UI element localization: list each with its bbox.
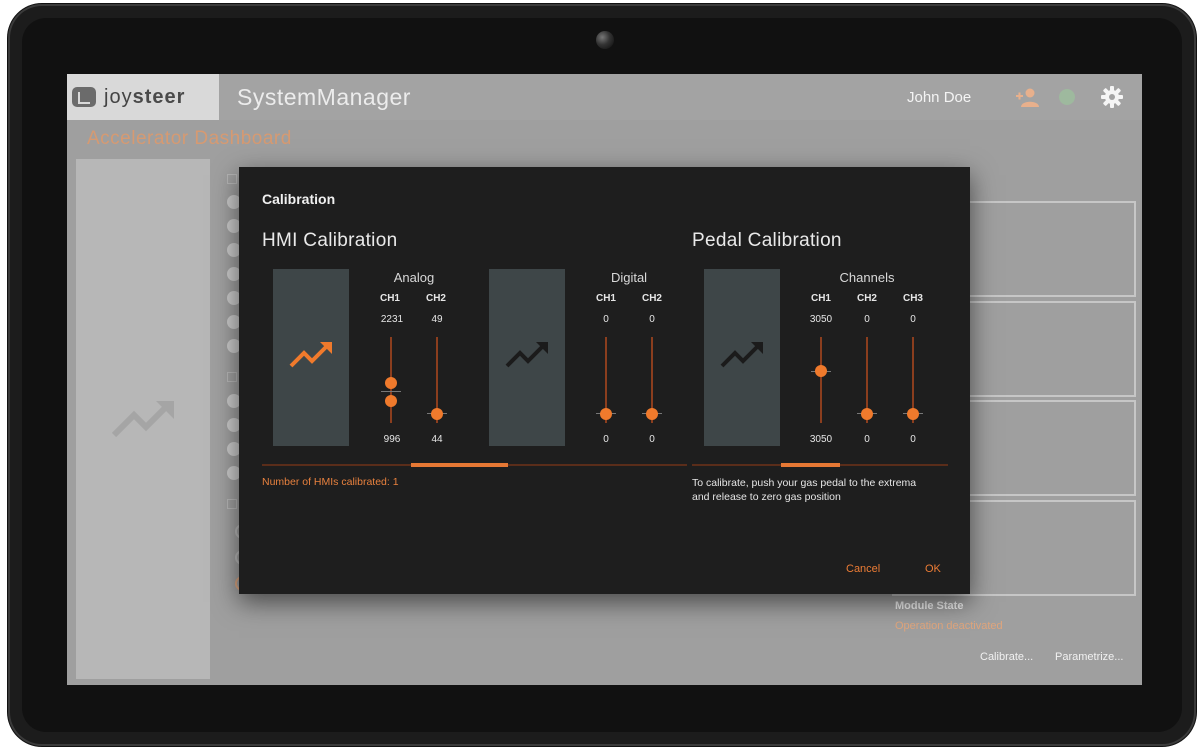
analog-ch1-max: 2231: [380, 314, 404, 325]
analog-ch2-label: CH2: [425, 293, 446, 304]
pedal-calibration-title: Pedal Calibration: [692, 230, 842, 251]
digital-title: Digital: [610, 270, 648, 285]
digital-ch2-max: 0: [649, 314, 655, 325]
hmi-calibrated-count: Number of HMIs calibrated: 1: [262, 476, 399, 488]
pedal-instructions-line2: and release to zero gas position: [692, 491, 841, 503]
hmi-progress-fill: [411, 463, 508, 467]
page-title: Accelerator Dashboard: [87, 128, 292, 149]
left-panel: [76, 159, 210, 679]
calibrate-button[interactable]: Calibrate...: [980, 651, 1033, 663]
digital-hmi-image: [489, 269, 565, 446]
camera-icon: [596, 31, 614, 49]
digital-ch2-label: CH2: [641, 293, 662, 304]
bg-checkbox: [227, 372, 237, 382]
pedal-ch1-min: 3050: [809, 434, 833, 445]
pedal-progress-fill: [781, 463, 840, 467]
pedal-ch3-max: 0: [910, 314, 916, 325]
calibration-dialog: Calibration HMI Calibration Pedal Calibr…: [239, 167, 970, 594]
logo: joysteer: [67, 74, 219, 120]
trending-up-icon: [112, 400, 174, 438]
user-add-icon[interactable]: [1015, 86, 1039, 108]
bg-checkbox: [227, 499, 237, 509]
analog-ch1-knob-min[interactable]: [385, 395, 397, 407]
pedal-ch1-label: CH1: [810, 293, 831, 304]
pedal-ch2-min: 0: [864, 434, 870, 445]
analog-ch1-min: 996: [383, 434, 401, 445]
analog-ch1-label: CH1: [379, 293, 400, 304]
digital-ch1-label: CH1: [595, 293, 616, 304]
top-bar: joysteer SystemManager John Doe: [67, 74, 1142, 120]
parametrize-button[interactable]: Parametrize...: [1055, 651, 1123, 663]
app-title: SystemManager: [237, 84, 411, 110]
pedal-ch2-max: 0: [864, 314, 870, 325]
pedal-image: [704, 269, 780, 446]
pedal-ch1-knob[interactable]: [815, 365, 827, 377]
digital-ch2-min: 0: [649, 434, 655, 445]
pedal-ch1-max: 3050: [809, 314, 833, 325]
channels-title: Channels: [839, 270, 895, 285]
digital-ch1-max: 0: [603, 314, 609, 325]
cancel-button[interactable]: Cancel: [846, 563, 880, 575]
dialog-title: Calibration: [262, 191, 336, 207]
analog-ch1-knob-max[interactable]: [385, 377, 397, 389]
trending-up-icon: [720, 342, 763, 368]
digital-ch1-min: 0: [603, 434, 609, 445]
pedal-ch1-track[interactable]: [820, 337, 822, 423]
module-state-value: Operation deactivated: [895, 620, 1003, 632]
digital-ch2-knob[interactable]: [646, 408, 658, 420]
logo-mark-icon: [72, 87, 96, 107]
analog-ch2-max: 49: [431, 314, 443, 325]
status-dot-icon: [1059, 89, 1075, 105]
user-name[interactable]: John Doe: [907, 89, 971, 106]
analog-title: Analog: [393, 270, 435, 285]
gear-icon[interactable]: [1100, 85, 1124, 109]
digital-ch1-knob[interactable]: [600, 408, 612, 420]
pedal-ch3-label: CH3: [902, 293, 923, 304]
ok-button[interactable]: OK: [925, 563, 941, 575]
pedal-ch3-min: 0: [910, 434, 916, 445]
analog-ch2-knob[interactable]: [431, 408, 443, 420]
logo-text-bold: steer: [132, 85, 186, 108]
logo-text: joysteer: [104, 86, 185, 109]
pedal-instructions: To calibrate, push your gas pedal to the…: [692, 476, 962, 504]
analog-ch2-min: 44: [431, 434, 443, 445]
logo-text-light: joy: [104, 85, 133, 108]
pedal-ch3-knob[interactable]: [907, 408, 919, 420]
module-state-label: Module State: [895, 600, 964, 612]
analog-hmi-image: [273, 269, 349, 446]
pedal-instructions-line1: To calibrate, push your gas pedal to the…: [692, 477, 917, 489]
pedal-ch2-knob[interactable]: [861, 408, 873, 420]
trending-up-icon: [289, 342, 332, 368]
trending-up-icon: [505, 342, 548, 368]
hmi-calibration-title: HMI Calibration: [262, 230, 398, 251]
bg-checkbox: [227, 174, 237, 184]
analog-ch1-zero-tick: [381, 391, 401, 392]
pedal-ch2-label: CH2: [856, 293, 877, 304]
